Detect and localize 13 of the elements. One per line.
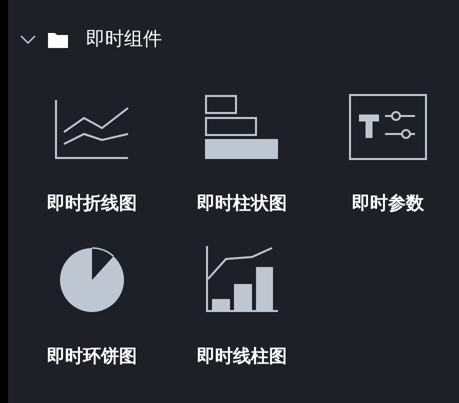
pie-chart-icon xyxy=(59,247,125,313)
component-label[interactable]: 即时环饼图 xyxy=(47,343,137,370)
component-label[interactable]: 即时线柱图 xyxy=(197,343,287,370)
component-label[interactable]: 即时折线图 xyxy=(47,190,137,217)
line-chart-icon xyxy=(54,98,130,160)
component-label[interactable]: 即时参数 xyxy=(352,190,424,217)
chevron-down-icon[interactable] xyxy=(20,35,36,45)
line-bar-chart-icon xyxy=(205,245,279,313)
text-sliders-icon xyxy=(349,94,427,160)
bar-chart-icon xyxy=(204,94,280,160)
folder-icon xyxy=(48,32,68,48)
group-title: 即时组件 xyxy=(86,28,162,52)
component-label[interactable]: 即时柱状图 xyxy=(197,190,287,217)
